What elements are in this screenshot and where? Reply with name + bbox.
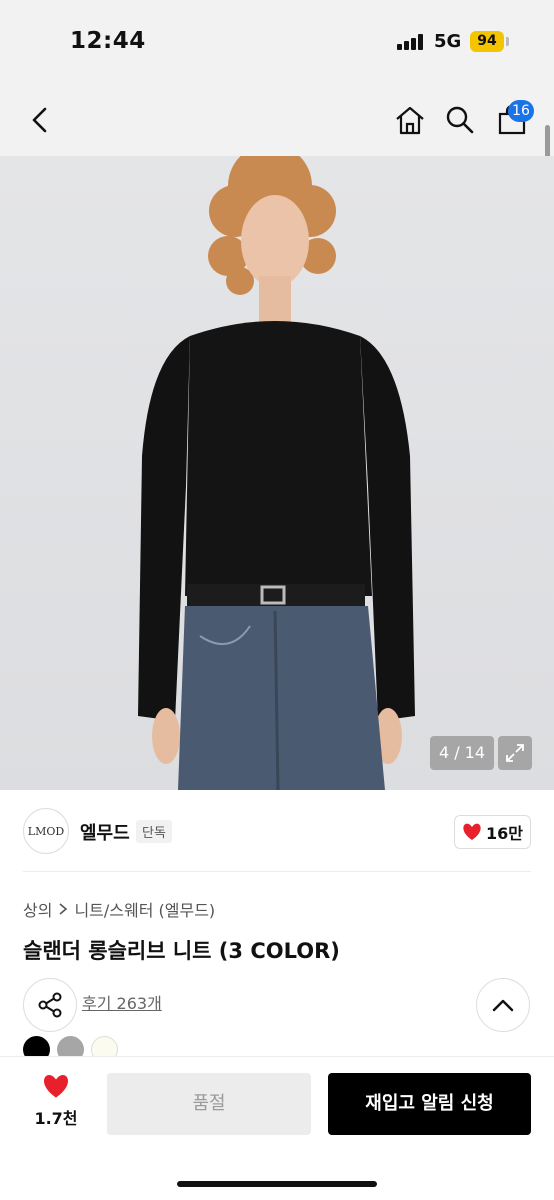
exclusive-badge: 단독 (136, 820, 172, 843)
expand-image-button[interactable] (498, 736, 532, 770)
heart-icon (44, 1074, 68, 1098)
heart-icon (463, 823, 481, 840)
restock-alert-button[interactable]: 재입고 알림 신청 (328, 1073, 531, 1135)
chevron-left-icon (32, 107, 47, 133)
network-label: 5G (434, 31, 462, 52)
cart-count-badge: 16 (508, 100, 534, 122)
wish-count: 1.7천 (34, 1109, 78, 1128)
brand-like-button[interactable]: 16만 (454, 815, 531, 849)
status-bar: 12:44 5G 94 (0, 0, 554, 90)
battery-cap (506, 37, 509, 46)
share-icon (38, 992, 62, 1018)
divider (23, 871, 531, 872)
search-icon (446, 106, 474, 134)
product-image[interactable] (0, 156, 554, 790)
breadcrumb-category[interactable]: 상의 (23, 897, 52, 921)
home-indicator (177, 1181, 377, 1187)
product-title: 슬랜더 롱슬리브 니트 (3 COLOR) (23, 939, 340, 963)
breadcrumb-subcategory[interactable]: 니트/스웨터 (엘무드) (74, 897, 215, 921)
home-button[interactable] (390, 100, 430, 140)
brand-like-count: 16만 (486, 824, 523, 843)
breadcrumb: 상의 니트/스웨터 (엘무드) (23, 897, 215, 921)
share-button[interactable] (23, 978, 77, 1032)
review-link[interactable]: 후기 263개 (82, 990, 162, 1014)
brand-logo-text: LMOD (27, 824, 65, 838)
brand-logo[interactable]: LMOD (23, 808, 69, 854)
scroll-top-button[interactable] (476, 978, 530, 1032)
soldout-button[interactable]: 품절 (107, 1073, 311, 1135)
chevron-right-icon (59, 903, 68, 915)
model-photo (138, 156, 415, 790)
image-counter: 4 / 14 (430, 736, 494, 770)
search-button[interactable] (440, 100, 480, 140)
chevron-up-icon (492, 999, 514, 1012)
wish-button[interactable]: 1.7천 (30, 1074, 82, 1134)
expand-icon (506, 744, 524, 762)
battery-icon: 94 (470, 31, 504, 52)
signal-icon (397, 34, 427, 50)
nav-bar (0, 90, 554, 156)
brand-name[interactable]: 엘무드 (80, 819, 130, 845)
status-time: 12:44 (70, 28, 146, 54)
home-icon (396, 106, 424, 135)
back-button[interactable] (20, 100, 60, 140)
